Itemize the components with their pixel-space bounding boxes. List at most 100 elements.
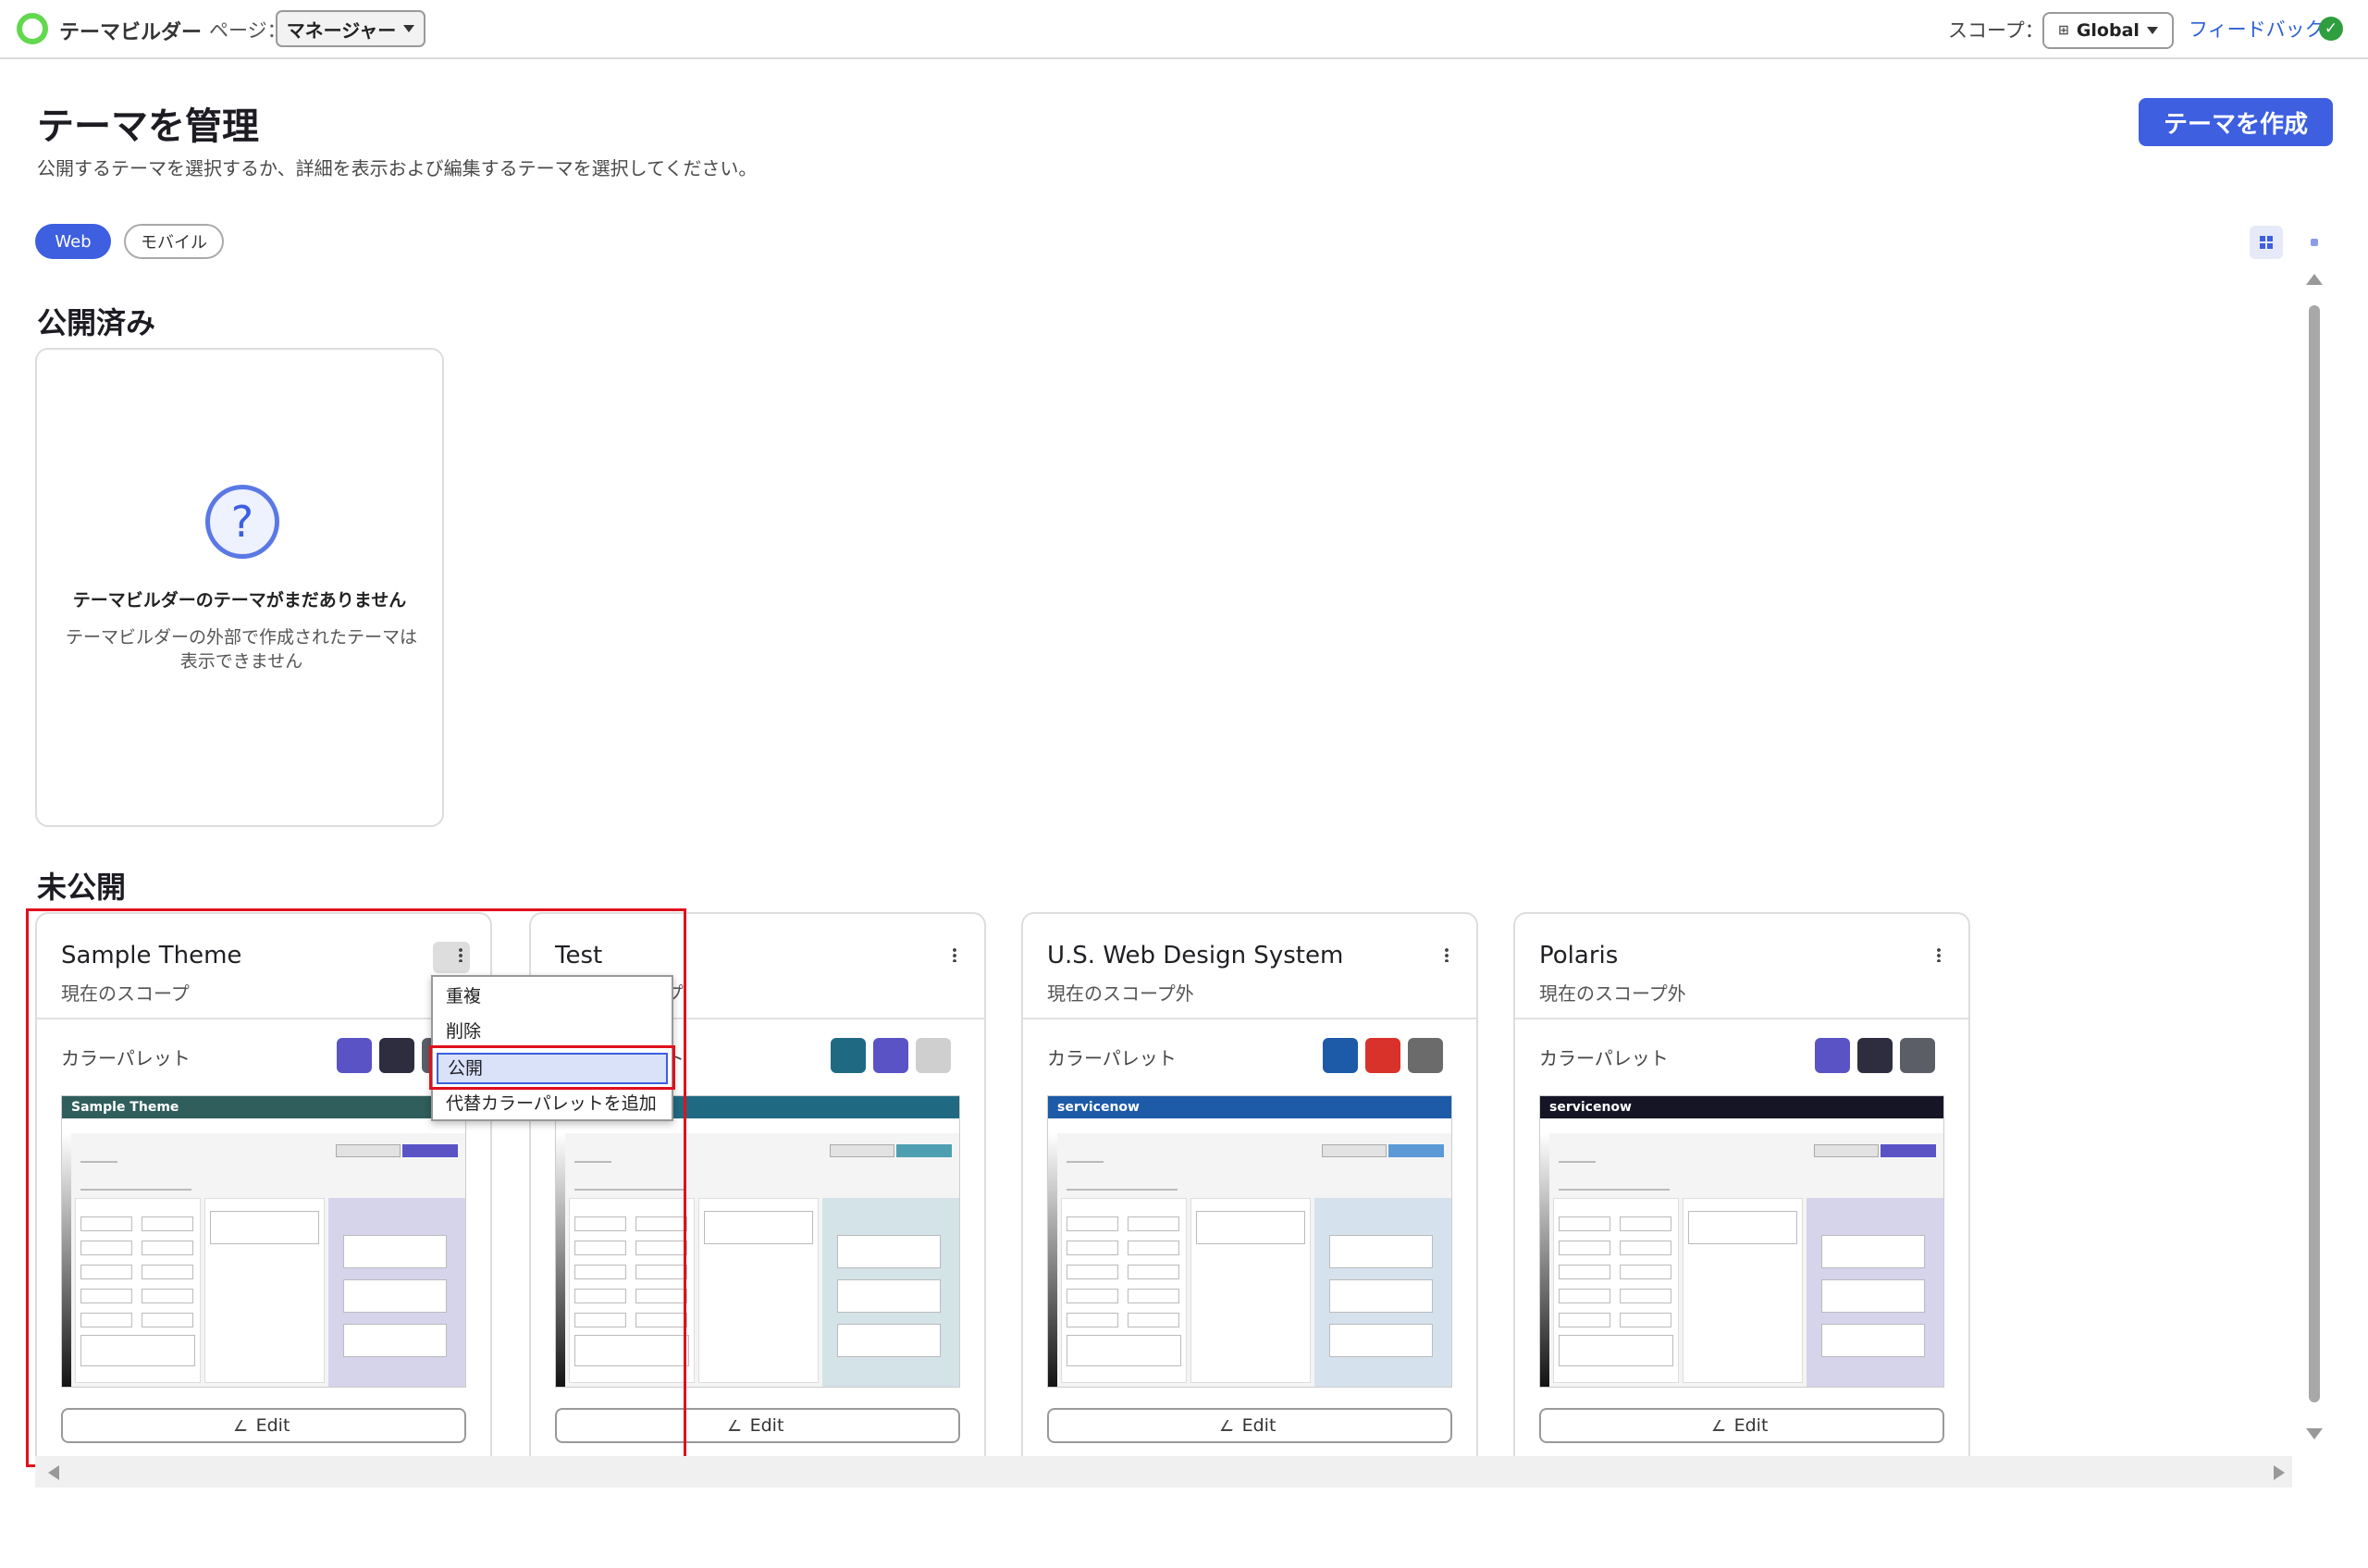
preview-line xyxy=(1559,1161,1596,1163)
preview-field xyxy=(1559,1289,1610,1303)
preview-logo: servicenow xyxy=(1057,1100,1140,1115)
preview-logo: servicenow xyxy=(1549,1100,1632,1115)
highlight-box-cards xyxy=(26,908,686,1467)
preview-field xyxy=(1620,1313,1671,1327)
palette-swatch xyxy=(831,1038,866,1073)
preview-header: servicenow xyxy=(1540,1096,1943,1118)
create-theme-button[interactable]: テーマを作成 xyxy=(2139,98,2333,146)
vertical-scrollbar-thumb[interactable] xyxy=(2309,305,2320,1402)
preview-field xyxy=(1128,1265,1179,1279)
preview-field xyxy=(1620,1216,1671,1231)
palette-label: カラーパレット xyxy=(1539,1047,1669,1069)
grid-view-button[interactable] xyxy=(2250,226,2283,259)
more-vertical-icon[interactable] xyxy=(1937,947,1941,962)
preview-line xyxy=(1067,1189,1178,1191)
filter-web-pill[interactable]: Web xyxy=(35,224,111,259)
preview-card xyxy=(1329,1235,1433,1268)
preview-field xyxy=(1067,1241,1118,1255)
list-view-button[interactable] xyxy=(2298,226,2331,259)
theme-card-us-web-design-system[interactable]: U.S. Web Design System 現在のスコープ外 カラーパレット ser… xyxy=(1021,912,1478,1473)
preview-button-primary xyxy=(1881,1144,1936,1157)
card-divider xyxy=(1515,1018,1968,1019)
more-vertical-icon[interactable] xyxy=(1445,947,1449,962)
preview-button-secondary xyxy=(1814,1144,1879,1157)
preview-field xyxy=(1067,1265,1118,1279)
page-title: テーマを管理 xyxy=(37,105,259,148)
pencil-icon xyxy=(1712,1420,1731,1431)
preview-field xyxy=(1559,1216,1610,1231)
scope-select[interactable]: ⊞ Global xyxy=(2042,12,2174,49)
theme-builder-logo-icon xyxy=(17,13,48,44)
preview-button-primary xyxy=(1388,1144,1444,1157)
theme-name: Polaris xyxy=(1539,942,1619,969)
status-check-icon: ✓ xyxy=(2319,17,2343,41)
top-bar: テーマビルダー ページ： マネージャー スコープ： ⊞ Global フィードバ… xyxy=(0,0,2368,59)
edit-label: Edit xyxy=(1241,1415,1276,1436)
scroll-left-arrow-icon[interactable] xyxy=(48,1465,59,1480)
edit-label: Edit xyxy=(749,1415,784,1436)
palette-swatch xyxy=(1365,1038,1400,1073)
edit-button[interactable]: Edit xyxy=(1539,1408,1944,1443)
scope-select-value: Global xyxy=(2076,20,2140,41)
question-icon: ? xyxy=(205,485,279,559)
theme-card-polaris[interactable]: Polaris 現在のスコープ外 カラーパレット servicenow Edit xyxy=(1513,912,1970,1473)
preview-field xyxy=(1128,1289,1179,1303)
published-empty-card: ? テーマビルダーのテーマがまだありません テーマビルダーの外部で作成されたテー… xyxy=(35,348,444,827)
app-name: テーマビルダー xyxy=(59,21,203,44)
scroll-right-arrow-icon[interactable] xyxy=(2274,1465,2285,1480)
preview-field xyxy=(1559,1241,1610,1255)
palette-swatch xyxy=(1900,1038,1935,1073)
palette-swatch xyxy=(1323,1038,1358,1073)
preview-textarea xyxy=(1688,1211,1797,1244)
grid-icon xyxy=(2260,236,2273,249)
preview-textarea xyxy=(1559,1335,1673,1366)
palette-swatch xyxy=(1815,1038,1850,1073)
page-subtitle: 公開するテーマを選択するか、詳細を表示および編集するテーマを選択してください。 xyxy=(37,157,758,179)
preview-button-primary xyxy=(896,1144,952,1157)
list-icon xyxy=(2311,239,2318,246)
chevron-down-icon xyxy=(2146,27,2158,34)
more-vertical-icon[interactable] xyxy=(953,947,956,962)
preview-card xyxy=(837,1324,941,1357)
preview-field xyxy=(1620,1289,1671,1303)
unpublished-heading: 未公開 xyxy=(37,870,127,905)
preview-field xyxy=(1128,1241,1179,1255)
preview-line xyxy=(1067,1161,1104,1163)
scope-tree-icon: ⊞ xyxy=(2058,23,2069,38)
preview-card xyxy=(1821,1324,1925,1357)
preview-nav xyxy=(1540,1118,1943,1133)
preview-field xyxy=(1067,1289,1118,1303)
preview-field xyxy=(1559,1313,1610,1327)
pencil-icon xyxy=(1220,1420,1239,1431)
palette-swatch xyxy=(916,1038,951,1073)
preview-field xyxy=(1620,1241,1671,1255)
preview-textarea xyxy=(704,1211,813,1244)
preview-card xyxy=(1329,1324,1433,1357)
scroll-up-arrow-icon[interactable] xyxy=(2306,274,2323,285)
theme-preview-thumbnail: servicenow xyxy=(1539,1095,1944,1388)
page-select[interactable]: マネージャー xyxy=(276,10,426,47)
page-select-value: マネージャー xyxy=(286,19,397,42)
preview-card xyxy=(1329,1279,1433,1313)
preview-field xyxy=(1067,1216,1118,1231)
preview-textarea xyxy=(1196,1211,1305,1244)
scroll-down-arrow-icon[interactable] xyxy=(2306,1428,2323,1439)
palette-label: カラーパレット xyxy=(1047,1047,1177,1069)
preview-nav xyxy=(1048,1118,1451,1133)
preview-card xyxy=(1821,1279,1925,1313)
empty-state-title: テーマビルダーのテーマがまだありません xyxy=(72,590,407,611)
preview-card xyxy=(1821,1235,1925,1268)
theme-preview-thumbnail: servicenow xyxy=(1047,1095,1452,1388)
preview-card xyxy=(837,1279,941,1313)
horizontal-scrollbar[interactable] xyxy=(35,1456,2292,1488)
edit-button[interactable]: Edit xyxy=(1047,1408,1452,1443)
scope-label: スコープ： xyxy=(1948,19,2044,42)
preview-line xyxy=(1559,1189,1670,1191)
edit-label: Edit xyxy=(1733,1415,1769,1436)
preview-button-secondary xyxy=(1322,1144,1387,1157)
filter-mobile-pill[interactable]: モバイル xyxy=(124,224,224,259)
feedback-link[interactable]: フィードバック xyxy=(2189,15,2325,43)
highlight-box-publish xyxy=(429,1045,675,1090)
preview-field xyxy=(1128,1216,1179,1231)
preview-header: servicenow xyxy=(1048,1096,1451,1118)
